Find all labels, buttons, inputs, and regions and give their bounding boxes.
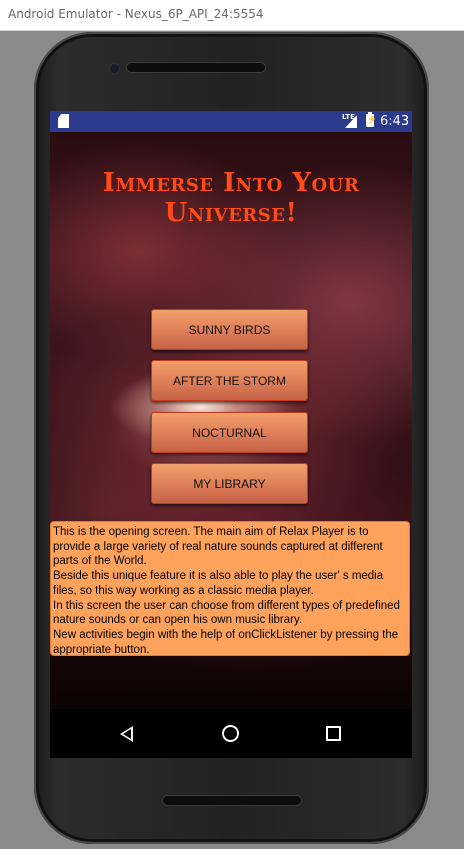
after-the-storm-button[interactable]: AFTER THE STORM [151,360,308,401]
my-library-button[interactable]: MY LIBRARY [151,463,308,504]
nocturnal-button[interactable]: NOCTURNAL [151,412,308,453]
front-camera [110,64,119,73]
description-paragraph: Beside this unique feature it is also ab… [53,570,384,597]
bottom-speaker [162,795,302,806]
battery-charging-icon: ⚡ [366,112,377,127]
sd-card-icon [58,114,69,128]
description-paragraph: In this screen the user can choose from … [53,599,400,627]
description-paragraph: This is the opening screen. The main aim… [53,526,383,568]
sunny-birds-button[interactable]: SUNNY BIRDS [151,309,308,350]
page-title-line-1: Immerse Into Your [102,168,360,198]
page-title: Immerse Into Your Universe! [50,168,412,228]
page-title-line-2: Universe! [164,198,298,228]
status-time: 6:43 [380,114,410,129]
status-bar: LTE ⚡ 6:43 [50,111,412,132]
window-title: Android Emulator - Nexus_6P_API_24:5554 [8,7,264,21]
navigation-bar [50,709,412,758]
description-paragraph: New activities begin with the help of on… [53,628,399,656]
recents-icon[interactable] [326,726,341,741]
lte-label: LTE [342,113,355,121]
app-content: Immerse Into Your Universe! SUNNY BIRDS … [50,132,412,709]
description-box: This is the opening screen. The main aim… [50,521,410,656]
emulator-title-bar: Android Emulator - Nexus_6P_API_24:5554 [0,0,464,31]
home-icon[interactable] [222,725,239,742]
back-icon[interactable] [120,726,133,742]
battery-bolt: ⚡ [367,115,377,124]
top-speaker [126,62,266,73]
device-screen: LTE ⚡ 6:43 Immerse Into Your Universe! S… [50,111,412,758]
